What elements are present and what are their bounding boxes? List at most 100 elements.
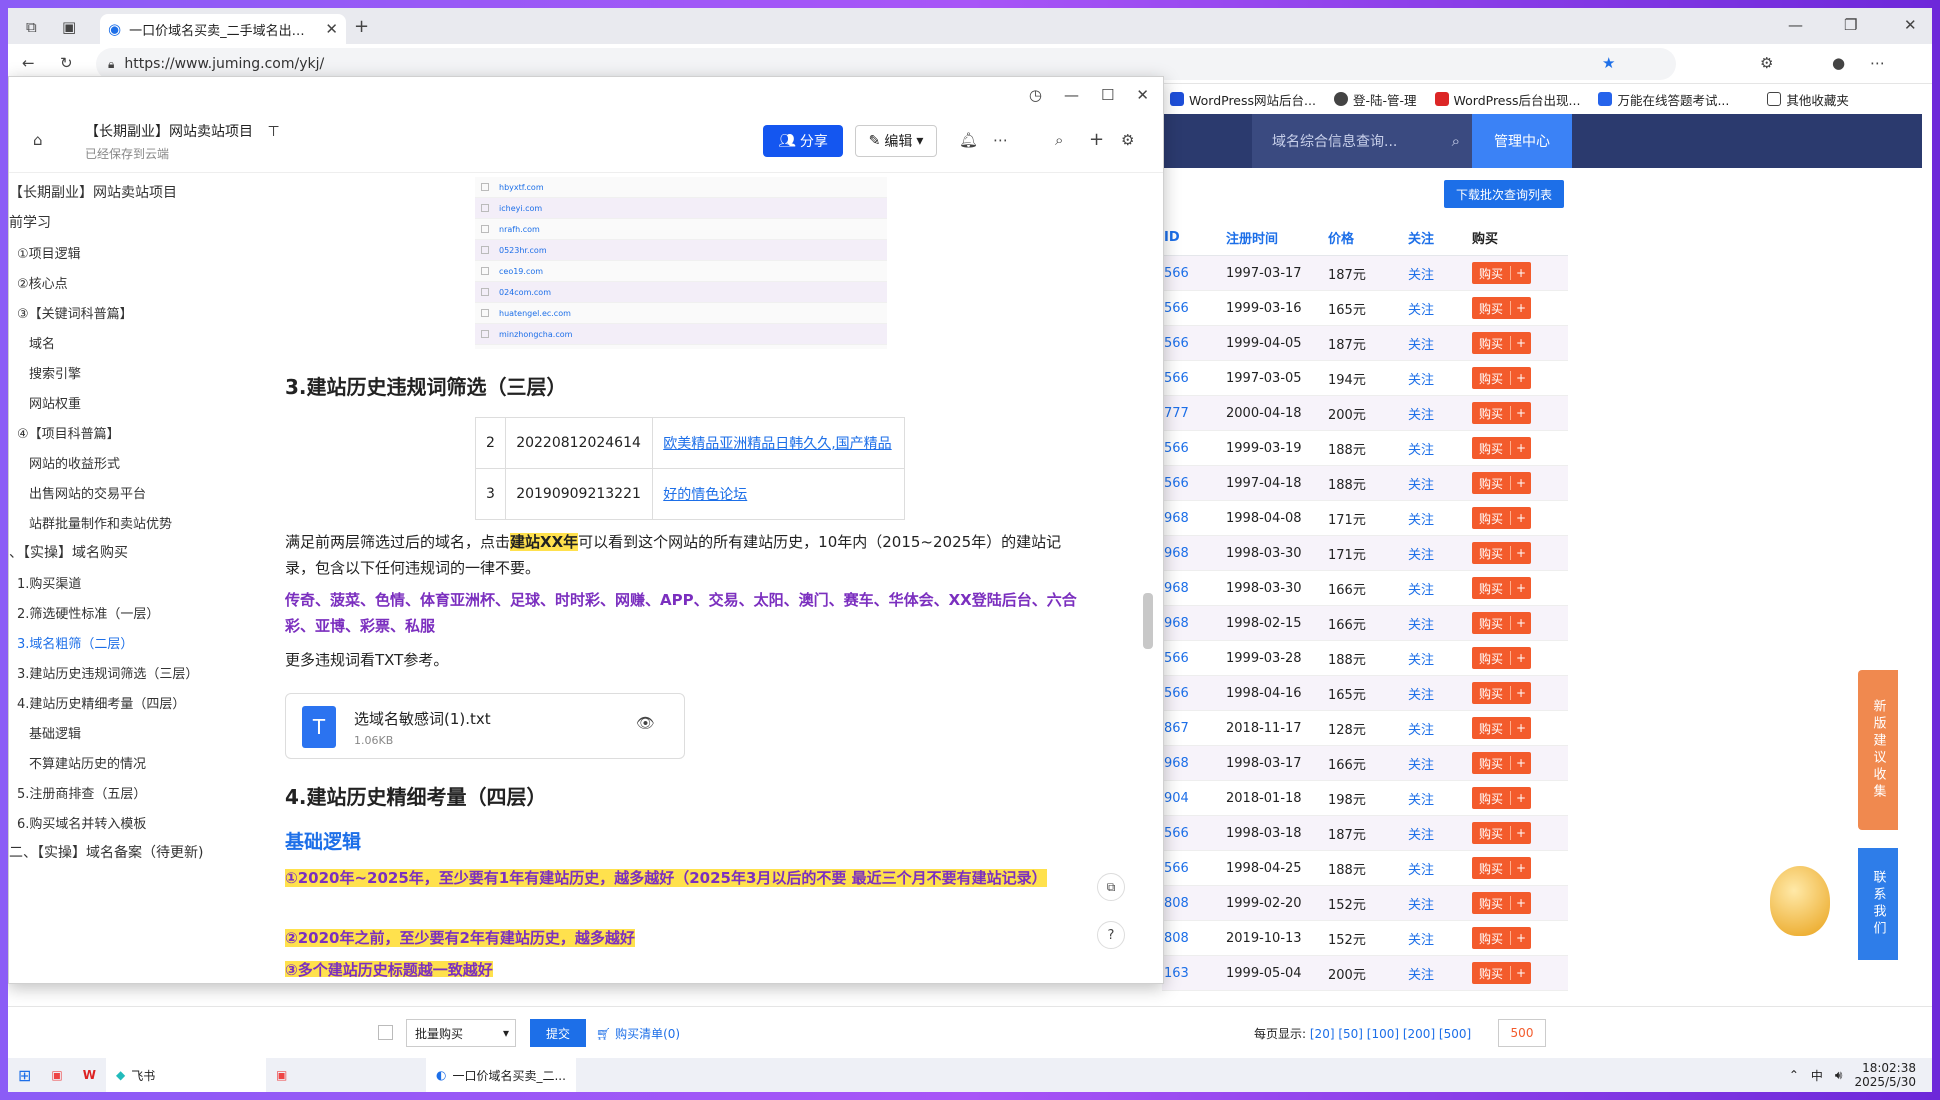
outline-item[interactable]: ③【关键词科普篇】 [9,297,271,327]
add-icon[interactable]: + [1510,336,1531,350]
minimize-icon[interactable]: — [1064,86,1079,104]
buy-button[interactable]: 购买 + [1472,822,1532,844]
follow-link[interactable]: 关注 [1408,964,1472,983]
site-search-input[interactable]: 域名综合信息查询... ⌕ [1252,114,1472,168]
tab-actions-icon[interactable]: ▣ [62,18,76,36]
domain-id[interactable]: 968 [1162,546,1226,561]
ime-indicator[interactable]: 中 [1811,1067,1823,1084]
buy-button[interactable]: 购买 + [1472,507,1532,529]
add-icon[interactable]: + [1510,581,1531,595]
settings-gear-icon[interactable]: ⚙ [1121,131,1134,149]
domain-id[interactable]: 968 [1162,756,1226,771]
buy-button[interactable]: 购买 + [1472,892,1532,914]
bookmark-item[interactable]: WordPress后台出现... [1434,90,1580,109]
add-icon[interactable]: + [1510,476,1531,490]
buy-button[interactable]: 购买 + [1472,647,1532,669]
search-icon[interactable]: ⌕ [1055,131,1063,149]
feedback-tab[interactable]: 新版建议收集 [1858,670,1898,830]
domain-id[interactable]: 566 [1162,686,1226,701]
outline-item[interactable]: 基础逻辑 [9,717,271,747]
buy-button[interactable]: 购买 + [1472,332,1532,354]
buy-button[interactable]: 购买 + [1472,927,1532,949]
follow-link[interactable]: 关注 [1408,439,1472,458]
follow-link[interactable]: 关注 [1408,299,1472,318]
outline-item[interactable]: 1.购买渠道 [9,567,271,597]
add-icon[interactable]: + [1510,896,1531,910]
browser-tab[interactable]: ◉ 一口价域名买卖_二手域名出售交易 ✕ [100,14,346,44]
domain-id[interactable]: 566 [1162,476,1226,491]
download-list-button[interactable]: 下载批次查询列表 [1444,180,1564,208]
buy-button[interactable]: 购买 + [1472,367,1532,389]
cart-link[interactable]: 🛒︎ 购买清单(0) [596,1025,680,1042]
follow-link[interactable]: 关注 [1408,369,1472,388]
domain-id[interactable]: 566 [1162,266,1226,281]
outline-item[interactable]: 4.建站历史精细考量（四层） [9,687,271,717]
add-icon[interactable]: + [1089,129,1104,150]
follow-link[interactable]: 关注 [1408,754,1472,773]
follow-link[interactable]: 关注 [1408,684,1472,703]
add-icon[interactable]: + [1510,301,1531,315]
domain-id[interactable]: 566 [1162,336,1226,351]
follow-link[interactable]: 关注 [1408,719,1472,738]
outline-item[interactable]: 域名 [9,327,271,357]
follow-link[interactable]: 关注 [1408,264,1472,283]
add-icon[interactable]: + [1510,546,1531,560]
start-button[interactable]: ⊞ [8,1058,41,1092]
domain-id[interactable]: 566 [1162,301,1226,316]
buy-button[interactable]: 购买 + [1472,682,1532,704]
close-window-icon[interactable]: ✕ [1904,16,1917,34]
profile-avatar-icon[interactable]: ● [1832,54,1845,72]
outline-item[interactable]: 【长期副业】网站卖站项目 [9,177,271,207]
domain-id[interactable]: 904 [1162,791,1226,806]
add-icon[interactable]: + [1510,511,1531,525]
new-tab-icon[interactable]: + [354,16,369,37]
follow-link[interactable]: 关注 [1408,614,1472,633]
more-menu-icon[interactable]: ⋯ [1870,54,1885,72]
page-size-input[interactable]: 500 [1498,1019,1546,1047]
buy-button[interactable]: 购买 + [1472,962,1532,984]
domain-id[interactable]: 968 [1162,511,1226,526]
volume-icon[interactable]: 🔊︎ [1835,1068,1843,1083]
domain-id[interactable]: 566 [1162,861,1226,876]
domain-id[interactable]: 808 [1162,931,1226,946]
more-icon[interactable]: ⋯ [993,131,1008,149]
outline-item[interactable]: 网站的收益形式 [9,447,271,477]
domain-id[interactable]: 867 [1162,721,1226,736]
favorite-star-icon[interactable]: ★ [1602,54,1615,72]
outline-item[interactable]: 前学习 [9,207,271,237]
buy-button[interactable]: 购买 + [1472,402,1532,424]
outline-item[interactable]: 网站权重 [9,387,271,417]
buy-button[interactable]: 购买 + [1472,437,1532,459]
domain-id[interactable]: 566 [1162,651,1226,666]
buy-button[interactable]: 购买 + [1472,542,1532,564]
add-icon[interactable]: + [1510,651,1531,665]
file-attachment[interactable]: T 选域名敏感词(1).txt 1.06KB 👁︎ [285,693,685,759]
back-icon[interactable]: ← [22,54,35,72]
outline-item[interactable]: 出售网站的交易平台 [9,477,271,507]
batch-select[interactable]: 批量购买 ▾ [406,1019,516,1047]
help-icon[interactable]: ? [1097,921,1125,949]
buy-button[interactable]: 购买 + [1472,262,1532,284]
domain-id[interactable]: 777 [1162,406,1226,421]
outline-item[interactable]: 不算建站历史的情况 [9,747,271,777]
eye-icon[interactable]: 👁︎ [636,714,655,732]
add-icon[interactable]: + [1510,616,1531,630]
taskbar-app[interactable]: ▣ [266,1058,426,1092]
follow-link[interactable]: 关注 [1408,649,1472,668]
close-tab-icon[interactable]: ✕ [325,20,338,38]
outline-item[interactable]: ④【项目科普篇】 [9,417,271,447]
add-icon[interactable]: + [1510,406,1531,420]
outline-item[interactable]: ②核心点 [9,267,271,297]
extensions-icon[interactable]: ⚙ [1760,54,1773,72]
add-icon[interactable]: + [1510,861,1531,875]
admin-center-button[interactable]: 管理中心 [1472,114,1572,168]
page-size-options[interactable]: 每页显示: [20] [50] [100] [200] [500] [1254,1025,1471,1042]
add-icon[interactable]: + [1510,686,1531,700]
domain-id[interactable]: 808 [1162,896,1226,911]
add-icon[interactable]: + [1510,791,1531,805]
close-icon[interactable]: ✕ [1136,86,1149,104]
maximize-icon[interactable]: ☐ [1101,86,1114,104]
buy-button[interactable]: 购买 + [1472,297,1532,319]
add-icon[interactable]: + [1510,826,1531,840]
add-icon[interactable]: + [1510,721,1531,735]
